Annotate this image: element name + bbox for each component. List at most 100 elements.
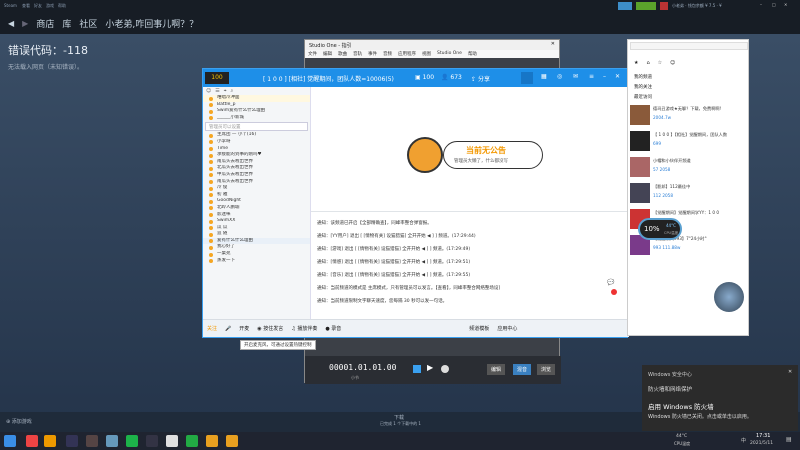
obs-icon[interactable] (66, 435, 78, 447)
tree-row[interactable]: 南瓜头去啦出世界 (203, 159, 310, 166)
ime-indicator[interactable]: 中 (741, 437, 746, 444)
user-icon[interactable]: ☺ (670, 60, 675, 66)
mic-toggle-button[interactable]: 开麦 (239, 325, 249, 332)
tree-row[interactable]: SwimXX (203, 218, 310, 225)
studio-menu-item[interactable]: Studio One (437, 51, 462, 57)
list-item[interactable]: 小帽和小伙伴开频道 57 2058 (630, 156, 748, 178)
share-button[interactable]: ⇪ 分享 (471, 74, 490, 83)
tree-row[interactable]: Battle_p (203, 102, 310, 109)
tree-row[interactable]: ______小新城 (203, 115, 310, 122)
studio-menu-item[interactable]: 歌曲 (338, 51, 347, 57)
app-icon[interactable] (86, 435, 98, 447)
studio-menu-item[interactable]: 视图 (422, 51, 431, 57)
search-icon[interactable]: ⌕ (231, 88, 234, 94)
record-dot-icon[interactable] (611, 289, 617, 295)
tree-row[interactable]: Time (203, 146, 310, 153)
tree-row[interactable]: 小李呀 (203, 139, 310, 146)
studio-menu-item[interactable]: 编辑 (323, 51, 332, 57)
loop-icon[interactable] (413, 365, 421, 373)
tree-row[interactable]: 北岭人鹏瑜 (203, 205, 310, 212)
message-icon[interactable]: ✉ (573, 73, 578, 80)
yy-minimize-icon[interactable]: – (603, 73, 606, 80)
clock-date[interactable]: 2021/5/11 (750, 441, 773, 446)
steam-menu-games[interactable]: 游戏 (46, 3, 54, 9)
tree-row[interactable]: 中瓜头去啦出世界 (203, 172, 310, 179)
app-icon[interactable] (166, 435, 178, 447)
section-following[interactable]: 我的关注 (634, 84, 652, 90)
follow-button[interactable]: 关注 (207, 325, 217, 332)
toast-close-icon[interactable]: ✕ (788, 369, 792, 375)
nav-library[interactable]: 库 (62, 17, 71, 30)
list-item[interactable]: 德玛丑游戏★无聊？下载，免费啊啊! 2004.7w (630, 104, 748, 126)
game-icon[interactable]: ◎ (557, 73, 562, 80)
home-icon[interactable] (521, 72, 533, 84)
home-icon[interactable]: ⌂ (646, 60, 649, 66)
studio-menu-item[interactable]: 音轨 (353, 51, 362, 57)
list-item[interactable]: 【影邦】112最佳中 112 2058 (630, 182, 748, 204)
studio-menu-item[interactable]: 应用程序 (398, 51, 416, 57)
steam-icon[interactable] (146, 435, 158, 447)
record-button[interactable]: ● 录音 (325, 325, 341, 332)
yy-close-icon[interactable]: ✕ (615, 73, 620, 80)
tree-row[interactable]: 初 雅 (203, 192, 310, 199)
play-accompaniment-button[interactable]: ♫ 播放伴奏 (291, 325, 317, 332)
section-my-channels[interactable]: 我的频道 (634, 74, 652, 80)
app-icon[interactable] (106, 435, 118, 447)
tree-row[interactable]: 瓜 瓜 (203, 225, 310, 232)
tree-row[interactable]: 追 随 (203, 231, 310, 238)
menu-icon[interactable]: ≡ (589, 73, 594, 80)
steam-menu-help[interactable]: 帮助 (58, 3, 66, 9)
app-icon[interactable] (186, 435, 198, 447)
maximize-icon[interactable]: □ (772, 2, 776, 7)
nav-community[interactable]: 社区 (79, 17, 97, 30)
tree-row[interactable]: 北瓜头去啦出世界 (203, 165, 310, 172)
tab-edit[interactable]: 编辑 (487, 364, 506, 375)
nav-store[interactable]: 商店 (36, 17, 54, 30)
list-icon[interactable]: ☰ (215, 88, 219, 94)
studio-close-icon[interactable]: ✕ (551, 41, 555, 47)
wechat-icon[interactable] (126, 435, 138, 447)
forward-icon[interactable]: ▶ (22, 19, 28, 28)
user-icon[interactable]: ☺ (206, 88, 211, 94)
steam-menu-view[interactable]: 查看 (22, 3, 30, 9)
studio-menu-item[interactable]: 文件 (308, 51, 317, 57)
app-center-button[interactable]: 应用中心 (497, 325, 517, 332)
notification-center-icon[interactable]: ▤ (786, 436, 792, 443)
tree-root[interactable]: 唯唱冷冲面 (203, 95, 310, 102)
add-game-button[interactable]: ⊕ 添加游戏 (6, 418, 32, 425)
minimize-icon[interactable]: – (760, 2, 762, 7)
mic-icon[interactable]: 🎤 (225, 326, 231, 332)
downloads-label[interactable]: 下载 (394, 414, 404, 421)
star-icon[interactable]: ☆ (658, 60, 662, 66)
tree-row[interactable]: Swim爱有什么什么理由 (203, 108, 310, 115)
record-icon[interactable] (441, 365, 449, 373)
start-icon[interactable] (4, 435, 16, 447)
grid-icon[interactable]: ▦ (541, 73, 547, 80)
close-icon[interactable]: ✕ (784, 2, 787, 7)
favorite-icon[interactable]: ★ (634, 60, 638, 66)
tree-row[interactable]: 我心好了 (203, 244, 310, 251)
chat-options-icon[interactable]: 💬 (607, 279, 614, 286)
cpu-widget[interactable]: 10% 44°C CPU温度 (638, 218, 682, 240)
channel-template-button[interactable]: 频道模板 (469, 325, 489, 332)
tree-row[interactable]: GoodNight (203, 198, 310, 205)
yy-icon[interactable] (206, 435, 218, 447)
back-icon[interactable]: ◀ (8, 19, 14, 28)
push-to-talk-button[interactable]: ◉ 按住发言 (257, 325, 283, 332)
studio-menu-item[interactable]: 事件 (368, 51, 377, 57)
user-label[interactable]: 小老弟 · 钱包余额 ¥ 7.5 · ¥ (672, 3, 722, 9)
tree-row[interactable]: 南瓜头去啦出世界 (203, 179, 310, 186)
tab-browse[interactable]: 浏览 (537, 364, 556, 375)
folder-icon[interactable] (44, 435, 56, 447)
chrome-icon[interactable] (26, 435, 38, 447)
tree-search-input[interactable]: 管理员可以设置 (205, 122, 308, 132)
avatar[interactable] (660, 2, 668, 10)
yy-icon[interactable] (226, 435, 238, 447)
tree-row[interactable]: 冷 俊 (203, 185, 310, 192)
tree-row[interactable]: 一桌苑 (203, 251, 310, 258)
tab-mix[interactable]: 混音 (513, 364, 532, 375)
list-item[interactable]: 【 1 0 0 】【相社】觉醒期间，团队人数 699 (630, 130, 748, 152)
steam-menu-steam[interactable]: Steam (4, 3, 17, 8)
location-icon[interactable]: ⌖ (224, 88, 227, 94)
steam-menu-friends[interactable]: 好友 (34, 3, 42, 9)
